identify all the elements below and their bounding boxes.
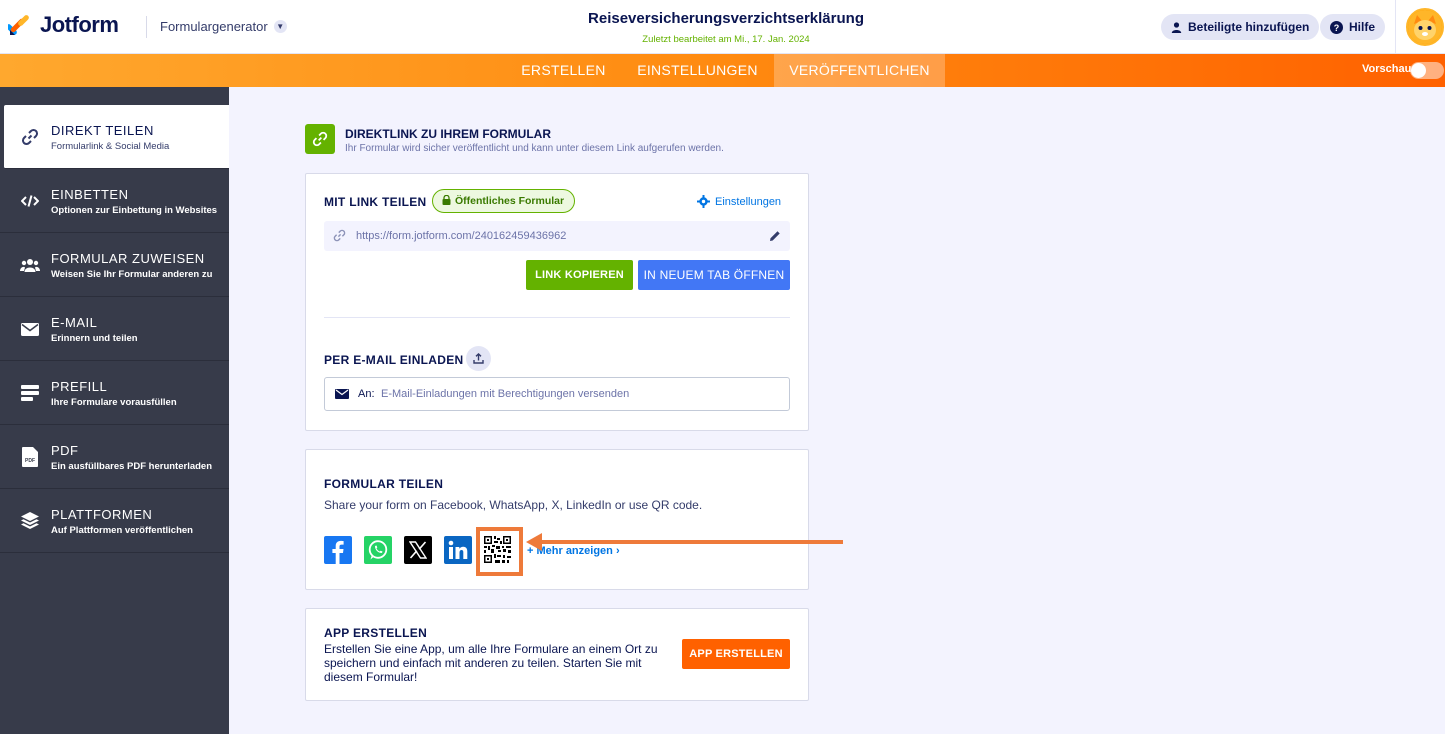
svg-text:?: ? xyxy=(1334,23,1340,33)
edit-pencil-icon[interactable] xyxy=(769,230,781,242)
sidebar-item-formular-zuweisen[interactable]: FORMULAR ZUWEISEN Weisen Sie Ihr Formula… xyxy=(0,233,229,297)
facebook-icon[interactable] xyxy=(324,536,352,564)
envelope-icon xyxy=(335,389,349,399)
sidebar-item-title: PLATTFORMEN xyxy=(51,507,153,522)
sidebar-item-desc: Erinnern und teilen xyxy=(51,333,138,344)
upload-button[interactable] xyxy=(466,346,491,371)
sidebar-item-title: EINBETTEN xyxy=(51,187,129,202)
add-participants-button[interactable]: Beteiligte hinzufügen xyxy=(1161,14,1320,40)
users-icon xyxy=(20,255,40,275)
prefill-icon xyxy=(20,383,40,403)
annotation-arrow-head xyxy=(526,533,542,551)
public-form-label: Öffentliches Formular xyxy=(455,195,565,207)
upload-icon xyxy=(473,353,484,364)
help-label: Hilfe xyxy=(1349,20,1376,34)
link-icon xyxy=(20,127,40,147)
envelope-icon xyxy=(20,319,40,339)
publish-sidebar: DIREKT TEILEN Formularlink & Social Medi… xyxy=(0,87,229,734)
form-url-field[interactable]: https://form.jotform.com/240162459436962 xyxy=(324,221,790,251)
sidebar-item-desc: Weisen Sie Ihr Formular anderen zu xyxy=(51,269,213,280)
create-app-description: Erstellen Sie eine App, um alle Ihre For… xyxy=(324,642,658,684)
email-placeholder: E-Mail-Einladungen mit Berechtigungen ve… xyxy=(381,388,630,400)
share-form-description: Share your form on Facebook, WhatsApp, X… xyxy=(324,498,703,512)
qr-code-icon xyxy=(484,536,511,563)
avatar-container xyxy=(1395,0,1445,54)
sidebar-item-desc: Auf Plattformen veröffentlichen xyxy=(51,525,193,536)
copy-link-button[interactable]: LINK KOPIEREN xyxy=(526,260,633,290)
open-new-tab-button[interactable]: IN NEUEM TAB ÖFFNEN xyxy=(638,260,790,290)
share-link-label: MIT LINK TEILEN xyxy=(324,195,427,209)
tab-veroeffentlichen[interactable]: VERÖFFENTLICHEN xyxy=(774,54,945,87)
link-icon xyxy=(333,229,346,242)
create-app-button[interactable]: APP ERSTELLEN xyxy=(682,639,790,669)
help-icon: ? xyxy=(1330,20,1343,34)
email-invite-label: PER E-MAIL EINLADEN xyxy=(324,353,464,367)
sidebar-item-pdf[interactable]: PDF PDF Ein ausfüllbares PDF herunterlad… xyxy=(0,425,229,489)
sidebar-item-direkt-teilen[interactable]: DIREKT TEILEN Formularlink & Social Medi… xyxy=(4,105,229,169)
lock-icon xyxy=(442,195,451,205)
sidebar-item-title: E-MAIL xyxy=(51,315,98,330)
share-form-card xyxy=(305,449,809,590)
sidebar-item-email[interactable]: E-MAIL Erinnern und teilen xyxy=(0,297,229,361)
sidebar-item-desc: Ihre Formulare vorausfüllen xyxy=(51,397,177,408)
email-to-label: An: xyxy=(358,388,375,400)
gear-icon xyxy=(697,195,710,208)
add-participants-label: Beteiligte hinzufügen xyxy=(1188,20,1310,34)
preview-label: Vorschau xyxy=(1362,63,1412,75)
email-invite-field[interactable]: An: E-Mail-Einladungen mit Berechtigunge… xyxy=(324,377,790,411)
sidebar-item-desc: Optionen zur Einbettung in Websites xyxy=(51,205,218,216)
qr-code-button[interactable] xyxy=(476,527,523,576)
top-header: Jotform Formulargenerator ▼ Reiseversich… xyxy=(0,0,1445,54)
settings-link[interactable]: Einstellungen xyxy=(697,195,781,208)
settings-label: Einstellungen xyxy=(715,195,782,208)
preview-toggle[interactable] xyxy=(1410,62,1444,79)
section-divider xyxy=(324,317,790,318)
sidebar-item-title: PREFILL xyxy=(51,379,108,394)
help-button[interactable]: ? Hilfe xyxy=(1320,14,1386,40)
create-app-title: APP ERSTELLEN xyxy=(324,626,428,640)
tab-erstellen[interactable]: ERSTELLEN xyxy=(509,54,618,87)
annotation-arrow-line xyxy=(538,540,843,544)
direct-link-icon xyxy=(305,124,335,154)
pdf-icon: PDF xyxy=(20,447,40,467)
form-url-text: https://form.jotform.com/240162459436962 xyxy=(356,230,567,242)
avatar[interactable] xyxy=(1406,8,1444,46)
sidebar-item-desc: Ein ausfüllbares PDF herunterladen xyxy=(51,461,213,472)
sidebar-item-title: FORMULAR ZUWEISEN xyxy=(51,251,205,266)
sidebar-item-einbetten[interactable]: EINBETTEN Optionen zur Einbettung in Web… xyxy=(0,169,229,233)
sidebar-item-plattformen[interactable]: PLATTFORMEN Auf Plattformen veröffentlic… xyxy=(0,489,229,553)
whatsapp-icon[interactable] xyxy=(364,536,392,564)
toggle-knob xyxy=(1411,63,1426,78)
direct-link-title: DIREKTLINK ZU IHREM FORMULAR xyxy=(345,127,551,141)
sidebar-item-title: PDF xyxy=(51,443,79,458)
public-form-badge[interactable]: Öffentliches Formular xyxy=(432,189,576,213)
linkedin-icon[interactable] xyxy=(444,536,472,564)
builder-nav: ERSTELLEN EINSTELLUNGEN VERÖFFENTLICHEN xyxy=(0,54,1445,87)
svg-text:PDF: PDF xyxy=(25,458,35,464)
code-icon xyxy=(20,191,40,211)
user-icon xyxy=(1171,21,1182,33)
sidebar-item-title: DIREKT TEILEN xyxy=(51,123,154,138)
x-icon[interactable] xyxy=(404,536,432,564)
tab-einstellungen[interactable]: EINSTELLUNGEN xyxy=(624,54,771,87)
sidebar-item-desc: Formularlink & Social Media xyxy=(51,141,170,152)
share-form-label: FORMULAR TEILEN xyxy=(324,477,444,491)
layers-icon xyxy=(20,511,40,531)
sidebar-item-prefill[interactable]: PREFILL Ihre Formulare vorausfüllen xyxy=(0,361,229,425)
direct-link-subtitle: Ihr Formular wird sicher veröffentlicht … xyxy=(345,143,724,154)
